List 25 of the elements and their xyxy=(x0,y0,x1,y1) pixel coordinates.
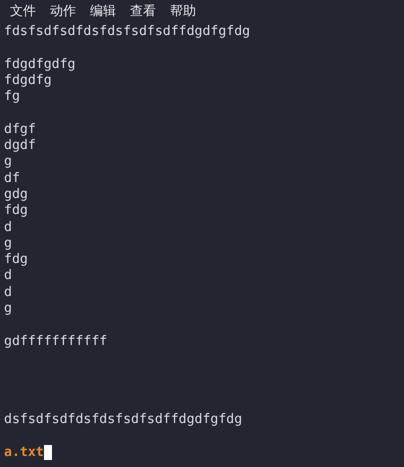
text-cursor xyxy=(44,445,52,460)
text-line: fdgdfg xyxy=(4,72,52,90)
text-line: fdsfsdfsdfdsfdsfsdfsdffdgdfgfdg xyxy=(4,24,250,40)
text-line: d xyxy=(4,284,12,302)
menu-item[interactable]: 文件 xyxy=(10,2,36,20)
text-line: fdg xyxy=(4,203,28,220)
menu-item[interactable]: 编辑 xyxy=(90,2,116,20)
text-line: gdfffffffffff xyxy=(4,334,108,350)
text-line: d xyxy=(4,220,12,236)
menu-item[interactable]: 查看 xyxy=(130,2,156,20)
text-line: df xyxy=(4,170,20,187)
menu-item[interactable]: 动作 xyxy=(50,2,76,20)
text-line: fdg xyxy=(4,252,28,268)
text-line: fdgdfgdfg xyxy=(4,56,76,73)
text-line: g xyxy=(4,154,12,171)
text-line: fg xyxy=(4,89,20,106)
menu-item[interactable]: 帮助 xyxy=(170,2,196,20)
text-line: dsfsdfsdfdsfdsfsdfsdffdgdfgfdg xyxy=(4,412,242,428)
text-line: dgdf xyxy=(4,138,36,154)
text-line: g xyxy=(4,301,12,318)
file-name: a.txt xyxy=(4,445,44,460)
text-line: dfgf xyxy=(4,122,36,138)
text-line: gdg xyxy=(4,186,28,204)
text-line: d xyxy=(4,268,12,285)
text-line: g xyxy=(4,236,12,252)
